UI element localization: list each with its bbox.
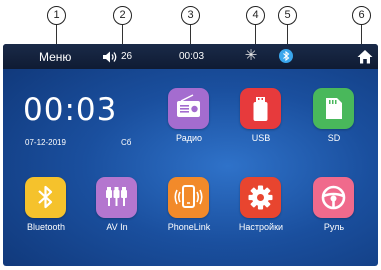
av-in-icon [96,177,137,218]
callout-3: 3 [181,6,200,25]
clock-date: 07-12-2019 [25,138,66,147]
sd-card-icon [313,88,354,129]
app-label-steering-wheel: Руль [323,222,345,232]
app-steering-wheel[interactable]: Руль [306,177,366,239]
callout-leader-2 [122,25,123,45]
callout-leader-6 [361,25,362,45]
app-sd[interactable]: SD [306,88,366,150]
usb-icon [240,88,281,129]
clock-day: Сб [121,138,132,147]
bluetooth-status-icon [279,49,293,63]
app-radio[interactable]: Радио [161,88,221,150]
volume-indicator[interactable]: 26 [102,50,142,64]
callout-4: 4 [246,6,265,25]
statusbar-clock: 00:03 [179,51,205,62]
status-bar: Меню 26 00:03 ✳ [3,44,378,69]
settings-gear-icon [240,177,281,218]
callout-2: 2 [113,6,132,25]
app-label-radio: Радио [176,133,202,143]
callout-leader-1 [56,25,57,45]
sun-icon[interactable]: ✳ [243,48,259,64]
callout-leader-4 [255,25,256,45]
callout-5: 5 [278,6,297,25]
speaker-icon [103,51,117,63]
app-usb[interactable]: USB [233,88,293,150]
callout-leader-3 [190,25,191,45]
app-bluetooth[interactable]: Bluetooth [18,177,78,239]
head-unit-screen: Меню 26 00:03 ✳ 00:03 07-12-2019 Сб Ради… [3,44,378,266]
callout-1: 1 [47,6,66,25]
radio-icon [168,88,209,129]
app-label-phonelink: PhoneLink [167,222,211,232]
callout-6: 6 [352,6,371,25]
bluetooth-icon [25,177,66,218]
main-clock: 00:03 [23,92,118,128]
phonelink-icon [168,177,209,218]
app-label-sd: SD [327,133,341,143]
callout-leader-5 [287,25,288,45]
app-av-in[interactable]: AV In [89,177,149,239]
steering-wheel-icon [313,177,354,218]
app-settings[interactable]: Настройки [233,177,293,239]
app-phonelink[interactable]: PhoneLink [161,177,221,239]
app-label-settings: Настройки [238,222,284,232]
volume-level: 26 [121,51,133,62]
menu-button[interactable]: Меню [39,50,71,64]
home-icon[interactable] [357,49,373,64]
app-label-bluetooth: Bluetooth [26,222,66,232]
app-label-av-in: AV In [106,222,128,232]
app-label-usb: USB [251,133,271,143]
